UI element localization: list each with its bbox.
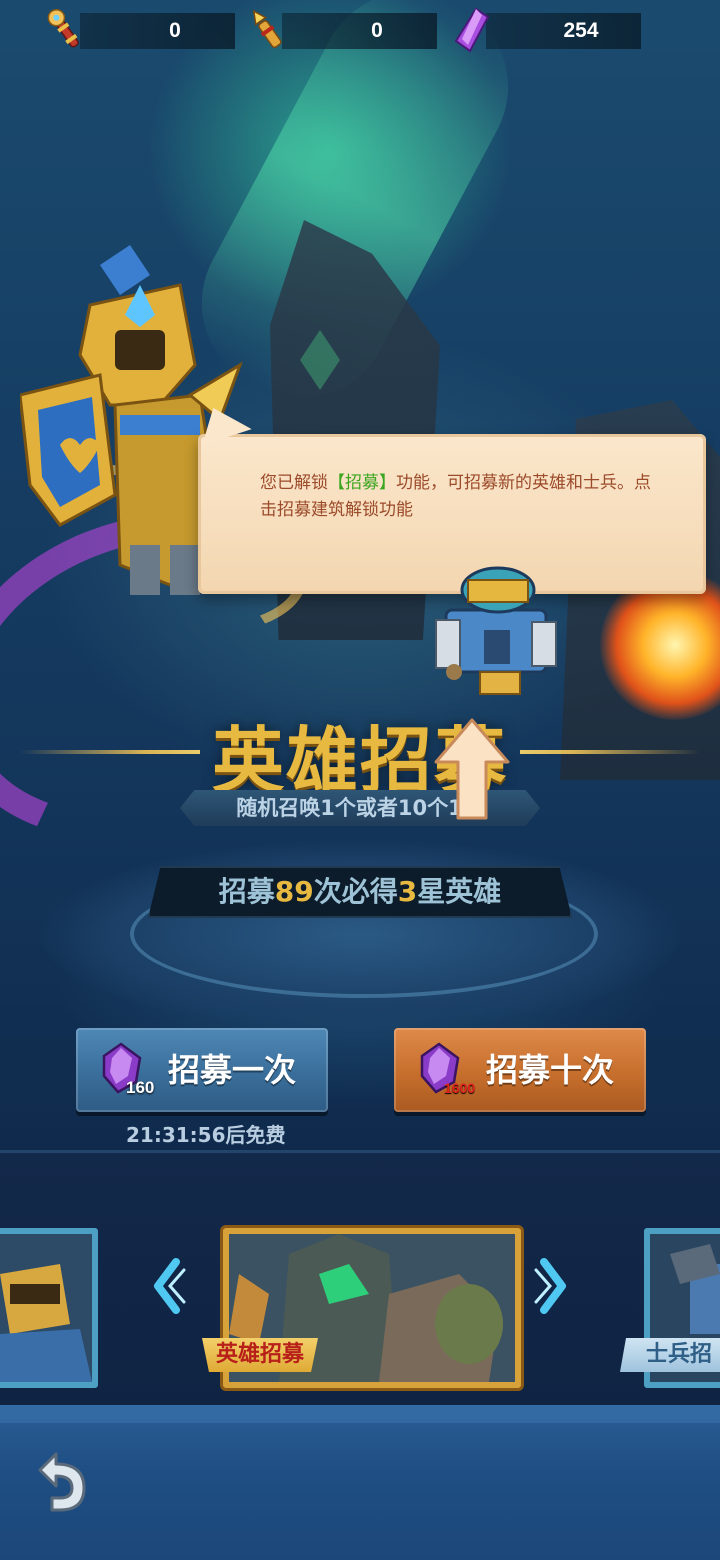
- hero-recruit-banner: 英雄招募: [0, 700, 720, 803]
- resource-gems: 254: [454, 7, 641, 53]
- pity-middle: 次必得: [313, 875, 398, 908]
- resource-golden-scroll: 0: [252, 9, 437, 49]
- recruit-ten-label: 招募十次: [486, 1051, 615, 1089]
- recruit-ten-button[interactable]: 1600 招募十次: [394, 1028, 646, 1112]
- chevron-right-icon[interactable]: [530, 1256, 574, 1316]
- recruit-once-button[interactable]: 160 招募一次: [76, 1028, 328, 1112]
- resource-value: 0: [169, 19, 181, 42]
- pity-guarantee-text: 招募89次必得3星英雄: [148, 866, 572, 918]
- knight-portrait: [0, 1234, 92, 1382]
- back-arrow-icon[interactable]: [26, 1448, 96, 1514]
- recruit-once-label: 招募一次: [168, 1051, 297, 1089]
- bottom-bar: [0, 1405, 720, 1560]
- dialog-message: 您已解锁【招募】功能，可招募新的英雄和士兵。点击招募建筑解锁功能: [260, 470, 660, 524]
- dialog-text-start: 您已解锁: [260, 473, 328, 493]
- soldier-recruit-tag: 士兵招: [620, 1338, 720, 1372]
- chevron-left-icon[interactable]: [146, 1256, 190, 1316]
- dialog-highlight: 【招募】: [328, 473, 396, 493]
- torch-scroll-icon: [47, 8, 79, 48]
- carousel-card-left[interactable]: [0, 1228, 98, 1388]
- recruit-once-cost: 160: [126, 1078, 155, 1097]
- recruit-ten-cost: 1600: [444, 1080, 476, 1096]
- game-screen: 0 0 254 您已解锁【招募】功能，可招募新的英雄和士兵。点击招募建筑解锁功能…: [0, 0, 720, 1560]
- golden-scroll-icon: [252, 9, 282, 49]
- hero-recruit-tag: 英雄招募: [202, 1338, 319, 1372]
- resource-value: 254: [563, 19, 599, 42]
- pity-count: 89: [274, 875, 314, 908]
- tutorial-pointer-arrow-icon: [434, 718, 510, 820]
- free-recruit-timer: 21:31:56后免费: [126, 1123, 286, 1147]
- pity-star: 3: [397, 875, 418, 908]
- recruit-building[interactable]: [428, 560, 560, 700]
- pity-prefix: 招募: [218, 875, 275, 908]
- resource-torch: 0: [47, 8, 235, 49]
- purple-gem-icon: [454, 7, 490, 53]
- resource-value: 0: [371, 19, 383, 42]
- pity-suffix: 星英雄: [417, 875, 502, 908]
